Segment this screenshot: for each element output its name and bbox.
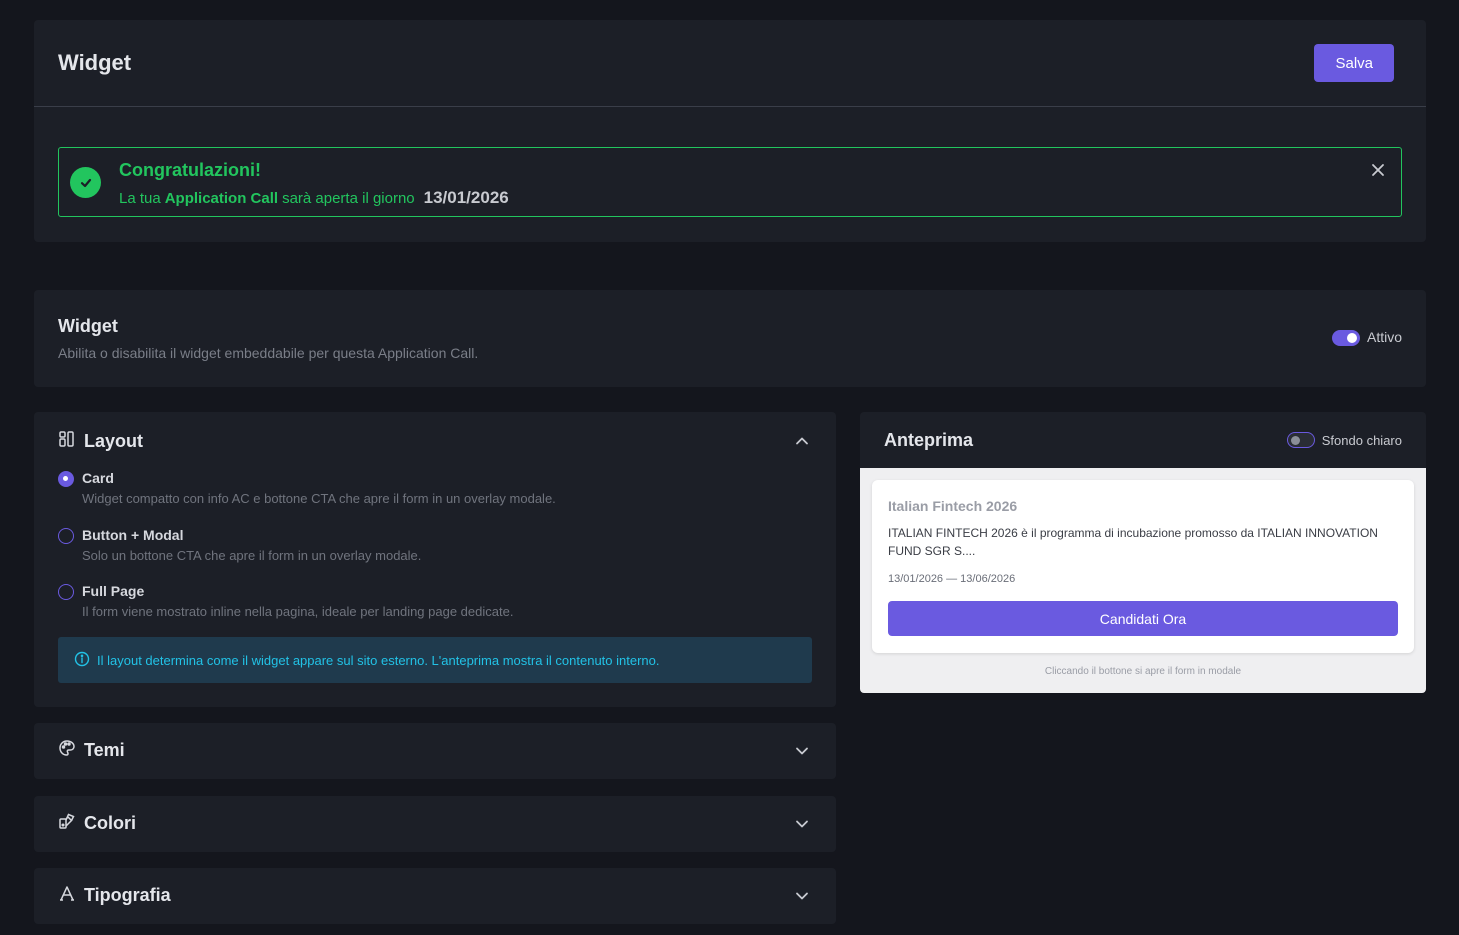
save-button[interactable]: Salva bbox=[1314, 44, 1394, 82]
accordion-header[interactable]: Tipografia bbox=[58, 884, 171, 907]
widget-section-description: Abilita o disabilita il widget embeddabi… bbox=[58, 345, 479, 361]
check-circle-icon bbox=[70, 167, 101, 198]
info-text: Il layout determina come il widget appar… bbox=[97, 652, 660, 668]
toggle-knob bbox=[1347, 333, 1357, 343]
radio-card[interactable] bbox=[58, 471, 74, 487]
header-bar: Widget Salva bbox=[34, 20, 1426, 107]
layout-section: Layout Card Widget compatto con info AC … bbox=[34, 412, 836, 707]
accordion-temi[interactable]: Temi bbox=[34, 723, 836, 779]
page-title: Widget bbox=[58, 50, 132, 75]
typography-icon bbox=[58, 884, 76, 907]
preview-header: Anteprima Sfondo chiaro bbox=[860, 412, 1426, 468]
success-alert: Congratulazioni! La tua Application Call… bbox=[58, 147, 1402, 217]
chevron-down-icon[interactable] bbox=[794, 816, 810, 832]
swatches-icon bbox=[58, 812, 76, 835]
chevron-down-icon[interactable] bbox=[794, 888, 810, 904]
light-bg-toggle[interactable] bbox=[1286, 432, 1315, 448]
chevron-up-icon[interactable] bbox=[794, 433, 810, 449]
preview-widget-card: Italian Fintech 2026 ITALIAN FINTECH 202… bbox=[872, 480, 1414, 653]
chevron-down-icon[interactable] bbox=[794, 743, 810, 759]
accordion-header[interactable]: Temi bbox=[58, 739, 125, 762]
preview-note: Cliccando il bottone si apre il form in … bbox=[1044, 666, 1242, 677]
layout-info-banner: Il layout determina come il widget appar… bbox=[58, 637, 812, 683]
apply-now-button[interactable]: Candidati Ora bbox=[888, 601, 1398, 636]
toggle-knob bbox=[1290, 435, 1300, 445]
alert-message: La tua Application Call sarà aperta il g… bbox=[119, 188, 509, 208]
layout-section-header[interactable]: Layout bbox=[58, 430, 143, 453]
alert-message-bold: Application Call bbox=[164, 190, 279, 207]
accordion-title: Tipografia bbox=[84, 885, 171, 905]
widget-toggle-card: Widget Abilita o disabilita il widget em… bbox=[34, 290, 1426, 387]
preview-canvas: Italian Fintech 2026 ITALIAN FINTECH 202… bbox=[860, 468, 1426, 693]
close-icon[interactable] bbox=[1370, 162, 1386, 178]
alert-title: Congratulazioni! bbox=[119, 160, 261, 180]
accordion-header[interactable]: Colori bbox=[58, 812, 136, 835]
alert-message-prefix: La tua bbox=[119, 190, 161, 207]
alert-date: 13/01/2026 bbox=[423, 188, 509, 207]
palette-icon bbox=[58, 739, 76, 762]
accordion-title: Temi bbox=[84, 740, 125, 760]
option-description: Widget compatto con info AC e bottone CT… bbox=[82, 491, 556, 506]
option-label: Full Page bbox=[82, 583, 145, 599]
widget-section-title: Widget bbox=[58, 316, 118, 336]
widget-toggle-label: Attivo bbox=[1366, 329, 1402, 345]
light-bg-toggle-label: Sfondo chiaro bbox=[1321, 432, 1402, 448]
option-label: Card bbox=[82, 470, 114, 486]
preview-card-description: ITALIAN FINTECH 2026 è il programma di i… bbox=[888, 526, 1378, 558]
info-icon bbox=[74, 651, 90, 670]
option-description: Il form viene mostrato inline nella pagi… bbox=[82, 604, 514, 619]
layout-icon bbox=[58, 430, 76, 453]
preview-title: Anteprima bbox=[884, 429, 974, 450]
widget-active-toggle[interactable] bbox=[1332, 330, 1360, 346]
accordion-tipografia[interactable]: Tipografia bbox=[34, 868, 836, 924]
preview-card-title: Italian Fintech 2026 bbox=[888, 498, 1018, 514]
preview-card-dates: 13/01/2026 — 13/06/2026 bbox=[888, 573, 1016, 585]
radio-button-modal[interactable] bbox=[58, 528, 74, 544]
preview-panel: Anteprima Sfondo chiaro Italian Fintech … bbox=[860, 412, 1426, 693]
header-card: Widget Salva Congratulazioni! La tua App… bbox=[34, 20, 1426, 242]
option-label: Button + Modal bbox=[82, 527, 184, 543]
radio-full-page[interactable] bbox=[58, 584, 74, 600]
option-description: Solo un bottone CTA che apre il form in … bbox=[82, 548, 422, 563]
accordion-colori[interactable]: Colori bbox=[34, 796, 836, 852]
layout-section-title: Layout bbox=[84, 431, 144, 451]
alert-message-suffix: sarà aperta il giorno bbox=[282, 190, 415, 207]
accordion-title: Colori bbox=[84, 813, 136, 833]
light-bg-toggle-group[interactable]: Sfondo chiaro bbox=[1286, 432, 1402, 448]
